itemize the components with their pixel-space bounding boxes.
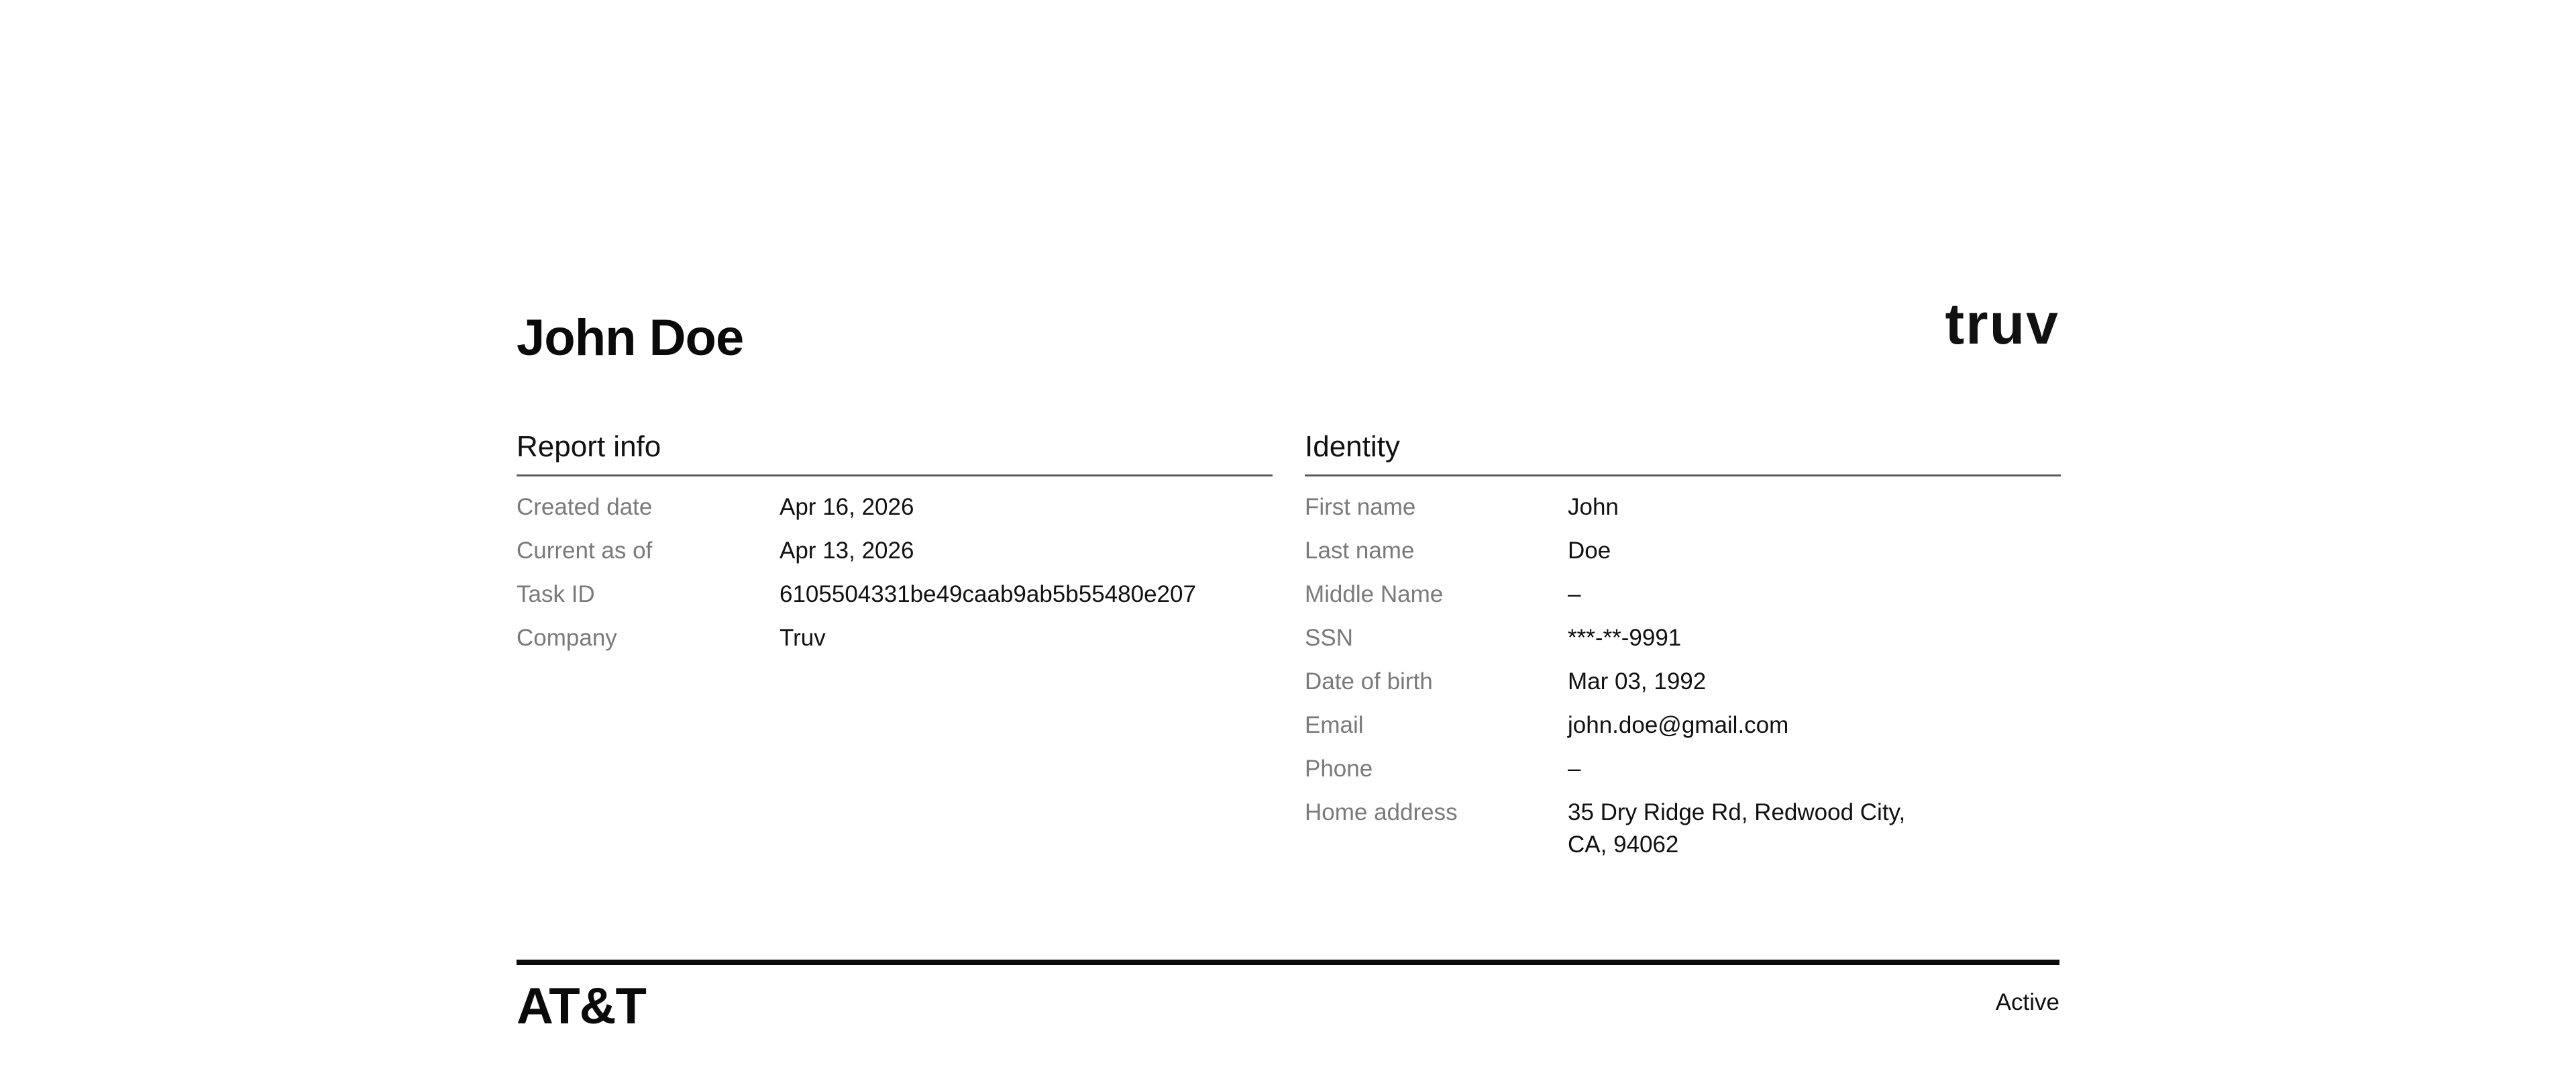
field-label: SSN xyxy=(1305,624,1353,651)
report-header: John Doe truv xyxy=(517,295,2059,369)
field-label: First name xyxy=(1305,493,1416,520)
field-value: Mar 03, 1992 xyxy=(1568,668,1707,695)
field-value: – xyxy=(1568,755,1581,782)
field-value: ***-**-9991 xyxy=(1568,624,1682,651)
field-value: Apr 16, 2026 xyxy=(780,493,914,520)
field-label: Email xyxy=(1305,711,1364,738)
identity-row-ssn: SSN ***-**-9991 xyxy=(1305,622,2061,666)
field-value: Truv xyxy=(780,624,826,651)
report-info-row-task-id: Task ID 6105504331be49caab9ab5b55480e207 xyxy=(517,578,1273,622)
identity-row-home-address: Home address 35 Dry Ridge Rd, Redwood Ci… xyxy=(1305,797,2061,861)
report-info-row-company: Company Truv xyxy=(517,622,1273,666)
employer-name: AT&T xyxy=(517,978,647,1035)
employment-status: Active xyxy=(1995,989,2059,1015)
field-label: Current as of xyxy=(517,537,653,564)
footer-divider xyxy=(517,960,2059,965)
field-value: John xyxy=(1568,493,1619,520)
field-label: Task ID xyxy=(517,580,595,607)
identity-title: Identity xyxy=(1305,429,2061,476)
report-info-row-created-date: Created date Apr 16, 2026 xyxy=(517,491,1273,535)
employer-footer: AT&T Active xyxy=(517,960,2059,1035)
truv-logo: truv xyxy=(1945,292,2059,356)
identity-section: Identity First name John Last name Doe M… xyxy=(1305,429,2061,861)
field-label: Middle Name xyxy=(1305,580,1444,607)
field-value: 35 Dry Ridge Rd, Redwood City, CA, 94062 xyxy=(1568,799,1906,858)
identity-row-middle-name: Middle Name – xyxy=(1305,578,2061,622)
field-label: Home address xyxy=(1305,799,1458,825)
field-value: Apr 13, 2026 xyxy=(780,537,914,564)
field-value: 6105504331be49caab9ab5b55480e207 xyxy=(780,580,1196,607)
identity-row-phone: Phone – xyxy=(1305,753,2061,797)
field-value: – xyxy=(1568,580,1581,607)
field-label: Created date xyxy=(517,493,653,520)
identity-row-email: Email john.doe@gmail.com xyxy=(1305,709,2061,753)
report-info-title: Report info xyxy=(517,429,1273,476)
field-value: john.doe@gmail.com xyxy=(1568,711,1789,738)
report-info-section: Report info Created date Apr 16, 2026 Cu… xyxy=(517,429,1273,666)
field-label: Date of birth xyxy=(1305,668,1433,695)
identity-row-date-of-birth: Date of birth Mar 03, 1992 xyxy=(1305,666,2061,709)
field-label: Company xyxy=(517,624,617,651)
field-label: Last name xyxy=(1305,537,1415,564)
person-name: John Doe xyxy=(517,309,744,366)
field-label: Phone xyxy=(1305,755,1373,782)
report-page: John Doe truv Report info Created date A… xyxy=(517,295,2061,1035)
identity-row-last-name: Last name Doe xyxy=(1305,535,2061,578)
field-value: Doe xyxy=(1568,537,1611,564)
identity-row-first-name: First name John xyxy=(1305,491,2061,535)
report-info-row-current-as-of: Current as of Apr 13, 2026 xyxy=(517,535,1273,578)
